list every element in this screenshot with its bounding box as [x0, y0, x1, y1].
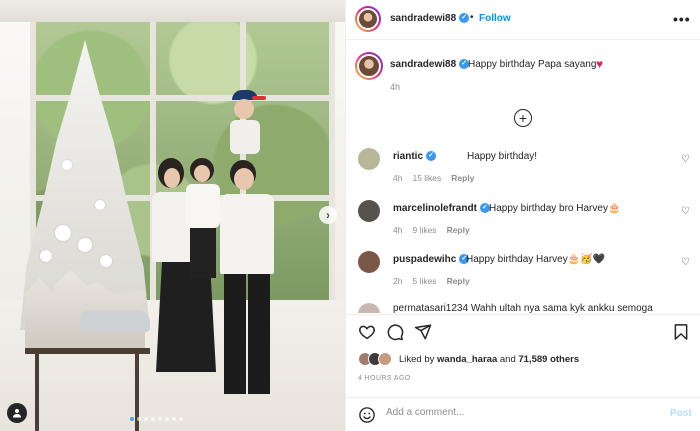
comment-username[interactable]: marcelinolefrandt ✓: [393, 203, 490, 214]
table: [25, 348, 150, 354]
likes-count-link[interactable]: 71,589 others: [518, 354, 579, 365]
ornament: [78, 238, 92, 252]
comment-text: Happy birthday bro Harvey🎂: [489, 203, 621, 214]
reply-button[interactable]: Reply: [447, 276, 470, 286]
carousel-dot: [130, 417, 134, 421]
post-photo[interactable]: ›: [0, 0, 345, 431]
avatar[interactable]: [355, 6, 381, 32]
carousel-dots: [130, 417, 183, 421]
comment-likes[interactable]: 9 likes: [412, 225, 436, 235]
comment-avatar[interactable]: [358, 148, 380, 170]
follow-button[interactable]: Follow: [479, 13, 511, 24]
carousel-dot: [137, 417, 141, 421]
comment-meta: 2h 5 likes Reply: [393, 276, 470, 286]
liked-by-user-link[interactable]: wanda_haraa: [437, 354, 497, 365]
caption-username[interactable]: sandradewi88 ✓: [390, 59, 470, 70]
liked-by-text: Liked by wanda_haraa and 71,589 others: [399, 354, 580, 365]
comment-input[interactable]: [386, 407, 656, 418]
post-side-panel: sandradewi88 ✓ • Follow ••• sandradewi88 ✓…: [345, 0, 700, 431]
carousel-dot: [165, 417, 169, 421]
tag-user-icon[interactable]: [7, 403, 27, 423]
comment-likes[interactable]: 5 likes: [412, 276, 436, 286]
table-leg: [35, 354, 39, 431]
carousel-dot: [172, 417, 176, 421]
ornament: [55, 225, 71, 241]
comment-avatar[interactable]: [358, 251, 380, 273]
comment-meta: 4h 15 likes Reply: [393, 173, 474, 183]
comment-avatar[interactable]: [358, 303, 380, 313]
post-actions: Liked by wanda_haraa and 71,589 others 4…: [346, 314, 700, 431]
red-heart-emoji: ♥: [596, 57, 604, 71]
comment-avatar[interactable]: [358, 200, 380, 222]
caption-text: Happy birthday Papa sayang: [468, 59, 597, 70]
comment-icon[interactable]: [386, 323, 404, 341]
reply-button[interactable]: Reply: [451, 173, 474, 183]
comment-partial: permatasari1234 Wahh ultah nya sama kyk …: [346, 303, 700, 313]
window-frame: [329, 0, 335, 300]
post-date[interactable]: 4 HOURS AGO: [358, 375, 411, 382]
carousel-dot: [151, 417, 155, 421]
carousel-dot: [179, 417, 183, 421]
verified-badge-icon: ✓: [459, 13, 470, 24]
ornament: [40, 250, 52, 262]
ornament: [62, 160, 72, 170]
post-header: sandradewi88 ✓ • Follow •••: [346, 0, 700, 40]
comment-time[interactable]: 4h: [393, 225, 402, 235]
comment-text: Happy birthday Harvey🎂🥳🖤: [466, 254, 606, 265]
heart-icon[interactable]: [358, 323, 376, 341]
verified-badge-icon: ✓: [426, 151, 437, 162]
comment-like-icon[interactable]: ♡: [681, 257, 690, 268]
chevron-right-icon[interactable]: ›: [319, 206, 337, 224]
comment-like-icon[interactable]: ♡: [681, 154, 690, 165]
comment-meta: 4h 9 likes Reply: [393, 225, 470, 235]
ornament: [95, 200, 105, 210]
comment-time[interactable]: 4h: [393, 173, 402, 183]
caption-avatar[interactable]: [355, 52, 383, 80]
caption-time[interactable]: 4h: [390, 82, 400, 92]
person-father: [212, 150, 282, 415]
header-username[interactable]: sandradewi88 ✓: [390, 13, 470, 24]
comment-time[interactable]: 2h: [393, 276, 402, 286]
post-comment-button[interactable]: Post: [670, 408, 692, 419]
separator-dot: •: [470, 12, 474, 23]
comment-username[interactable]: riantic ✓: [393, 151, 437, 162]
comment-bar: Post: [346, 397, 700, 431]
comment-text: Happy birthday!: [467, 151, 538, 162]
ornament: [100, 255, 112, 267]
bookmark-icon[interactable]: [672, 323, 690, 341]
carousel-dot: [158, 417, 162, 421]
person-boy: [222, 90, 268, 160]
share-icon[interactable]: [414, 323, 432, 341]
carousel-dot: [144, 417, 148, 421]
comment-like-icon[interactable]: ♡: [681, 206, 690, 217]
add-circle-icon[interactable]: +: [514, 109, 532, 127]
comment-row: puspadewihc ✓ Happy birthday Harvey🎂🥳🖤 2h 5 …: [346, 251, 700, 295]
comment-row: marcelinolefrandt ✓ Happy birthday bro Har…: [346, 200, 700, 244]
comment-row: riantic ✓ Happy birthday! 4h 15 likes Reply ♡: [346, 148, 700, 192]
toy-car: [80, 310, 150, 332]
window-blind: [0, 0, 345, 22]
avatar: [378, 352, 392, 366]
comment-username[interactable]: puspadewihc ✓: [393, 254, 470, 265]
more-options-icon[interactable]: •••: [673, 11, 691, 27]
emoji-icon[interactable]: [358, 406, 376, 424]
comment-likes[interactable]: 15 likes: [412, 173, 441, 183]
reply-button[interactable]: Reply: [447, 225, 470, 235]
